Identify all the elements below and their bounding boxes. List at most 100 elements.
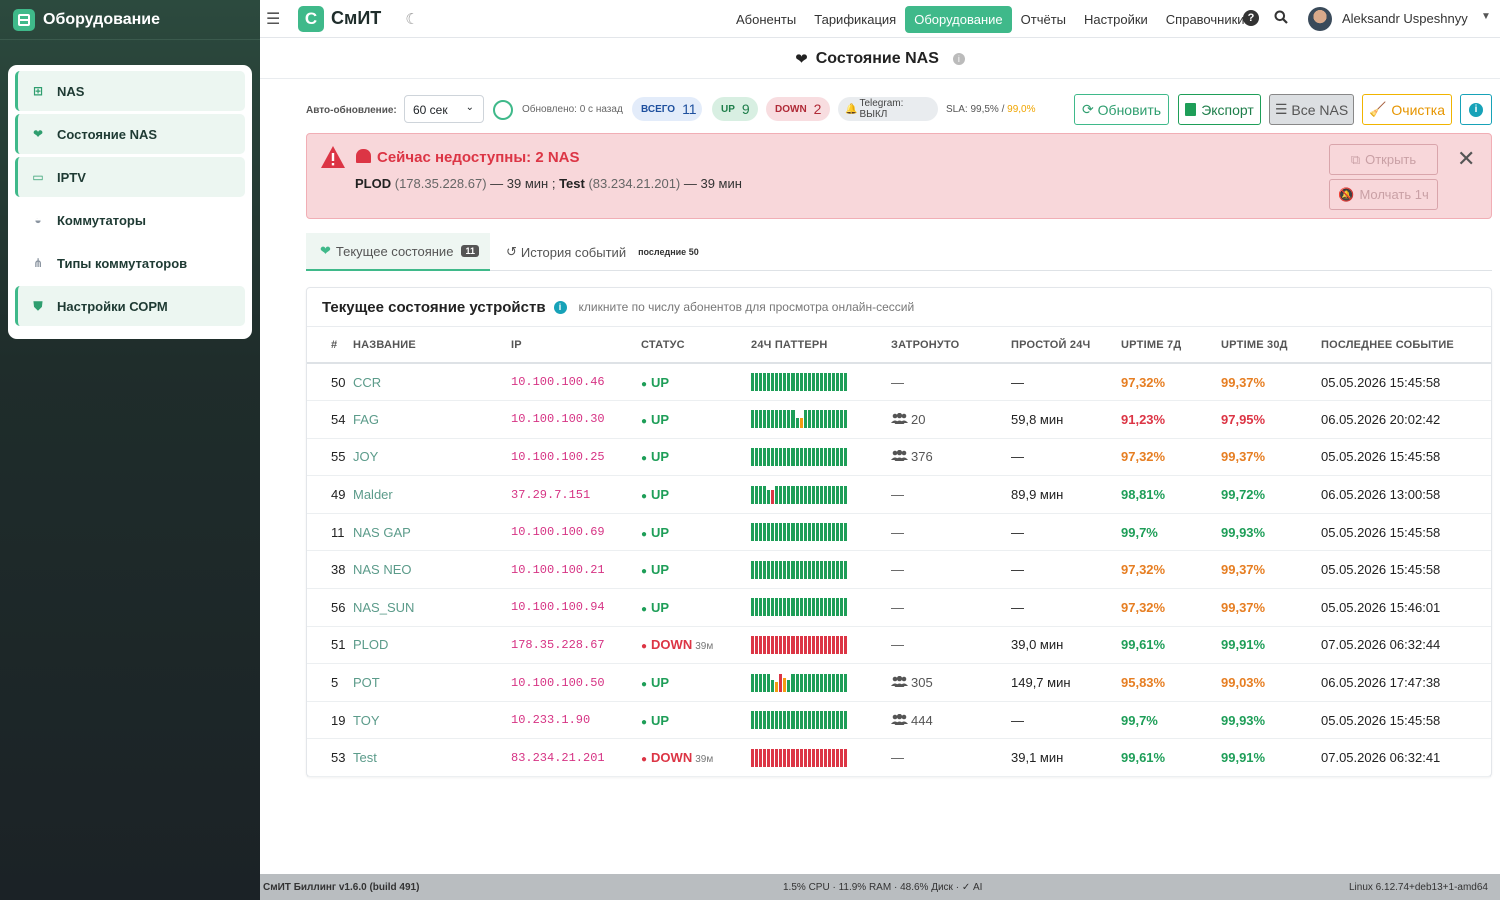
nas-name-link[interactable]: FAG (353, 400, 511, 439)
nav-item[interactable]: Абоненты (727, 6, 805, 33)
dark-mode-icon[interactable]: ☾ (405, 10, 418, 28)
pattern-segment (815, 373, 819, 392)
table-row[interactable]: 54 FAG 10.100.100.30 ● UP 20 59,8 мин 91,23% 97,… (307, 400, 1491, 439)
affected-count[interactable]: 444 (911, 713, 933, 728)
status-duration: 39м (695, 754, 714, 766)
pattern-segment (779, 410, 783, 429)
pattern-segment (799, 418, 803, 429)
mute-button[interactable]: 🔕 Молчать 1ч (1329, 179, 1438, 210)
sidebar-item[interactable]: ⊞ NAS (15, 71, 245, 111)
pattern-segment (763, 748, 767, 767)
logo-badge: С (298, 5, 324, 32)
pattern-segment (799, 373, 803, 392)
table-row[interactable]: 11 NAS GAP 10.100.100.69 ● UP — —99,7% 99,93% 05… (307, 513, 1491, 552)
search-icon[interactable] (1274, 10, 1288, 27)
sidebar-brand[interactable]: Оборудование (0, 0, 260, 40)
sidebar-item[interactable]: ▭ IPTV (15, 157, 245, 197)
tab-current-state[interactable]: ❤ Текущее состояние 11 (306, 233, 490, 271)
sidebar-item[interactable]: ⋔ Типы коммутаторов (15, 243, 245, 283)
all-nas-button[interactable]: ☰ Все NAS (1269, 94, 1354, 125)
pattern-segment (831, 560, 835, 579)
affected-count[interactable]: 305 (911, 675, 933, 690)
nav-item[interactable]: Настройки (1075, 6, 1157, 33)
pattern-segment (811, 523, 815, 542)
user-name[interactable]: Aleksandr Uspeshnyy (1342, 11, 1468, 26)
nas-name-link[interactable]: TOY (353, 701, 511, 740)
affected-count[interactable]: 376 (911, 449, 933, 464)
nas-name-link[interactable]: Malder (353, 475, 511, 514)
pattern-segment (791, 635, 795, 654)
app-logo[interactable]: С СмИТ (298, 5, 381, 32)
nas-ip: 10.100.100.94 (511, 588, 641, 627)
nas-name-link[interactable]: NAS NEO (353, 550, 511, 590)
avatar[interactable] (1308, 7, 1332, 31)
refresh-interval-select[interactable]: 60 сек ⌄ (404, 95, 484, 123)
info-button[interactable]: i (1460, 94, 1492, 125)
pattern-bar (751, 523, 848, 542)
info-icon[interactable]: i (553, 300, 567, 314)
telegram-badge[interactable]: 🔔 Telegram: ВЫКЛ (838, 97, 938, 121)
pattern-segment (835, 410, 840, 429)
nav-item[interactable]: Тарификация (805, 6, 905, 33)
pattern-segment (819, 711, 823, 730)
affected-subscribers[interactable]: 20 (891, 400, 1011, 439)
sidebar-item[interactable]: ⛊ Настройки СОРМ (15, 286, 245, 326)
pattern-segment (779, 635, 783, 654)
pattern-segment (759, 673, 763, 692)
clear-button[interactable]: 🧹 Очистка (1362, 94, 1452, 125)
nav-item[interactable]: Оборудование (905, 6, 1012, 33)
column-header: Затронуто (891, 327, 1011, 364)
pattern-segment (827, 711, 831, 730)
affected-subscribers[interactable]: 305 (891, 663, 1011, 702)
export-button[interactable]: Экспорт (1178, 94, 1261, 125)
pattern-segment (755, 373, 759, 392)
affected-subscribers[interactable]: 376 (891, 438, 1011, 477)
table-row[interactable]: 51 PLOD 178.35.228.67 ● DOWN 39м —39,0 мин 99,6… (307, 626, 1491, 665)
sidebar-item[interactable]: ◒ Коммутаторы (15, 200, 245, 240)
table-row[interactable]: 56 NAS_SUN 10.100.100.94 ● UP — —97,32% 99,37% 0… (307, 588, 1491, 627)
status-duration: 39м (695, 641, 714, 653)
column-header: Название (353, 327, 511, 364)
users-icon (891, 412, 908, 424)
table-row[interactable]: 53 Test 83.234.21.201 ● DOWN 39м —39,1 мин 99,6… (307, 738, 1491, 778)
table-row[interactable]: 38 NAS NEO 10.100.100.21 ● UP — —97,32% 99,37% 0… (307, 550, 1491, 590)
nas-name-link[interactable]: NAS GAP (353, 513, 511, 552)
nas-name-link[interactable]: JOY (353, 438, 511, 477)
nas-name-link[interactable]: Test (353, 738, 511, 778)
tab-event-history[interactable]: ↺ История событий последние 50 (506, 233, 699, 271)
chevron-down-icon[interactable]: ▼ (1481, 11, 1491, 22)
open-button[interactable]: ⧉ Открыть (1329, 144, 1438, 175)
downtime-24h: — (1011, 701, 1121, 740)
pattern-segment (763, 447, 767, 466)
hamburger-icon[interactable]: ☰ (266, 9, 280, 29)
affected-subscribers[interactable]: 444 (891, 701, 1011, 740)
refresh-progress-ring (493, 100, 513, 120)
pattern-segment (835, 748, 840, 767)
uptime-pattern (751, 475, 891, 514)
close-icon[interactable]: ✕ (1457, 146, 1475, 172)
table-row[interactable]: 49 Malder 37.29.7.151 ● UP —89,9 мин 98,81% 99,… (307, 475, 1491, 514)
table-row[interactable]: 50 CCR 10.100.100.46 ● UP — —97,32% 99,37% 05.05… (307, 363, 1491, 402)
nas-name-link[interactable]: POT (353, 663, 511, 702)
table-row[interactable]: 55 JOY 10.100.100.25 ● UP 376 —97,32% 99,37% 05.… (307, 438, 1491, 477)
uptime-pattern (751, 363, 891, 402)
nas-name-link[interactable]: CCR (353, 363, 511, 402)
sidebar-item[interactable]: ❤ Состояние NAS (15, 114, 245, 154)
up-badge-count: 9 (741, 101, 750, 117)
affected-count[interactable]: 20 (911, 412, 925, 427)
pattern-segment (840, 485, 844, 504)
pattern-segment (827, 598, 831, 617)
table-row[interactable]: 5 POT 10.100.100.50 ● UP 305 149,7 мин 95,83% 99… (307, 663, 1491, 702)
heartbeat-icon: ❤ (795, 50, 808, 68)
nas-name-link[interactable]: PLOD (353, 626, 511, 665)
refresh-button[interactable]: ⟳ Обновить (1074, 94, 1169, 125)
footer-os: Linux 6.12.74+deb13+1-amd64 (1348, 881, 1488, 893)
pattern-segment (811, 711, 815, 730)
nav-item[interactable]: Справочники (1157, 6, 1254, 33)
nav-item[interactable]: Отчёты (1012, 6, 1075, 33)
pattern-segment (763, 523, 767, 542)
help-icon[interactable]: ? (1243, 10, 1259, 26)
nas-name-link[interactable]: NAS_SUN (353, 588, 511, 627)
table-row[interactable]: 19 TOY 10.233.1.90 ● UP 444 —99,7% 99,93% 05.05.… (307, 701, 1491, 740)
info-icon[interactable]: i (952, 52, 965, 65)
